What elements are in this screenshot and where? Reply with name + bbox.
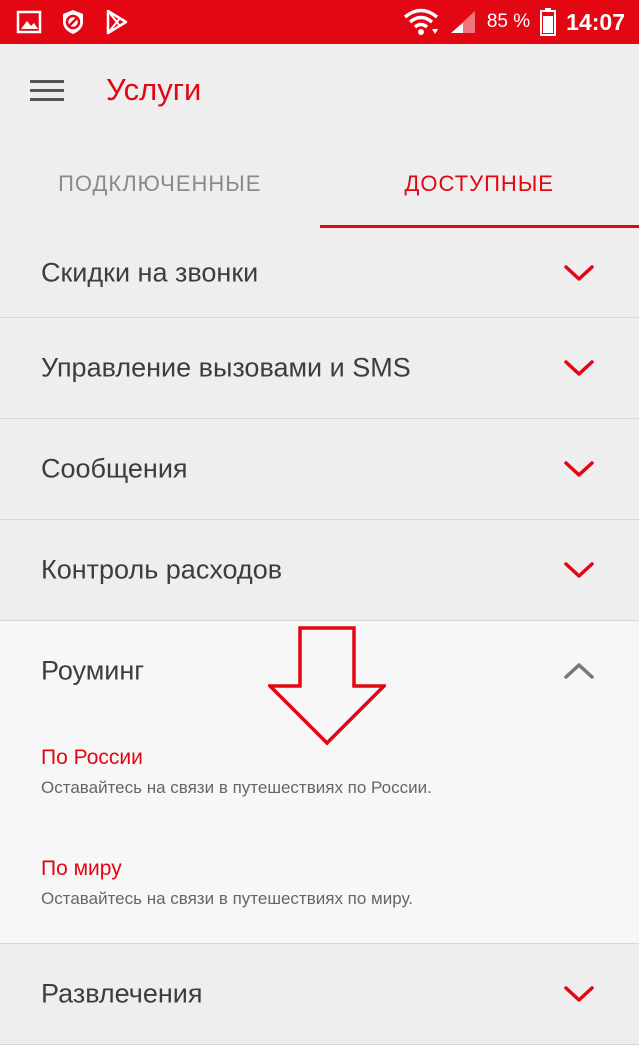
battery-percent: 85 %: [487, 11, 530, 33]
category-label: Скидки на звонки: [41, 257, 258, 288]
tab-bar: ПОДКЛЮЧЕННЫЕ ДОСТУПНЫЕ: [0, 140, 639, 229]
roaming-russia-title: По России: [41, 746, 432, 770]
chevron-down-icon: [563, 560, 595, 580]
category-discounts[interactable]: Скидки на звонки: [0, 228, 639, 318]
wifi-icon: [403, 8, 439, 36]
status-bar: 85 % 14:07: [0, 0, 639, 44]
category-entertainment[interactable]: Развлечения: [0, 944, 639, 1045]
services-list: Скидки на звонки Управление вызовами и S…: [0, 228, 639, 1045]
roaming-world-title: По миру: [41, 857, 413, 881]
chevron-down-icon: [563, 263, 595, 283]
tab-available[interactable]: ДОСТУПНЫЕ: [320, 140, 639, 228]
status-bar-system: 85 % 14:07: [403, 0, 625, 44]
roaming-world-item[interactable]: По миру Оставайтесь на связи в путешеств…: [41, 857, 413, 909]
signal-icon: [449, 9, 477, 35]
category-label: Роуминг: [41, 656, 144, 687]
clock: 14:07: [566, 9, 625, 36]
category-messages[interactable]: Сообщения: [0, 419, 639, 520]
chevron-down-icon: [563, 358, 595, 378]
roaming-russia-item[interactable]: По России Оставайтесь на связи в путешес…: [41, 746, 432, 798]
hamburger-menu-icon[interactable]: [30, 78, 64, 104]
category-label: Контроль расходов: [41, 555, 282, 586]
category-label: Управление вызовами и SMS: [41, 353, 411, 384]
play-store-icon: [104, 9, 130, 35]
roaming-world-description: Оставайтесь на связи в путешествиях по м…: [41, 889, 413, 909]
category-roaming[interactable]: Роуминг: [0, 621, 639, 721]
page-title: Услуги: [106, 72, 201, 108]
tab-available-label: ДОСТУПНЫЕ: [405, 171, 554, 197]
status-bar-notifications: [16, 8, 130, 36]
category-label: Развлечения: [41, 979, 203, 1010]
category-roaming-expanded: Роуминг По России Оставайтесь на связи в…: [0, 621, 639, 944]
tab-connected[interactable]: ПОДКЛЮЧЕННЫЕ: [0, 140, 320, 228]
category-label: Сообщения: [41, 454, 188, 485]
chevron-down-icon: [563, 984, 595, 1004]
tab-connected-label: ПОДКЛЮЧЕННЫЕ: [58, 171, 261, 197]
chevron-down-icon: [563, 459, 595, 479]
category-call-management[interactable]: Управление вызовами и SMS: [0, 318, 639, 419]
gallery-icon: [16, 10, 42, 34]
chevron-up-icon: [563, 661, 595, 681]
battery-icon: [540, 8, 556, 36]
block-icon: [60, 8, 86, 36]
roaming-russia-description: Оставайтесь на связи в путешествиях по Р…: [41, 778, 432, 798]
app-bar: Услуги: [0, 44, 639, 140]
category-expense-control[interactable]: Контроль расходов: [0, 520, 639, 621]
